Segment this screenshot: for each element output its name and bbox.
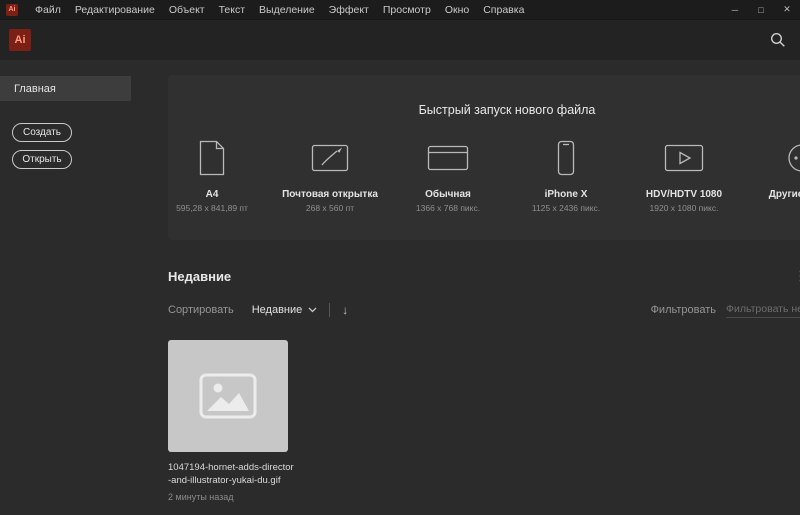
more-ellipsis-icon [787, 135, 800, 181]
preset-label: Почтовая открытка [282, 189, 378, 200]
preset-label: iPhone X [545, 189, 588, 200]
filter-input[interactable] [726, 301, 800, 318]
preset-postcard[interactable]: Почтовая открытка 268 x 560 пт [286, 135, 374, 213]
menu-view[interactable]: Просмотр [376, 0, 438, 20]
sort-direction-icon[interactable]: ↓ [342, 303, 348, 317]
minimize-icon[interactable]: ─ [722, 0, 748, 19]
sort-filter-row: Сортировать Недавние ↓ Фильтровать [168, 301, 800, 318]
quickstart-title: Быстрый запуск нового файла [168, 103, 800, 117]
video-play-icon [664, 135, 704, 181]
phone-icon [557, 135, 575, 181]
image-placeholder-icon [198, 372, 258, 420]
file-thumbnail[interactable] [168, 340, 288, 452]
menu-edit[interactable]: Редактирование [68, 0, 162, 20]
list-view-icon[interactable] [796, 265, 800, 287]
document-portrait-icon [198, 135, 226, 181]
chevron-down-icon [308, 307, 317, 313]
menu-window[interactable]: Окно [438, 0, 476, 20]
recent-title: Недавние [168, 269, 231, 284]
titlebar: Ai Файл Редактирование Объект Текст Выде… [0, 0, 800, 20]
filter-area: Фильтровать [651, 301, 800, 318]
preset-iphone-x[interactable]: iPhone X 1125 x 2436 пикс. [522, 135, 610, 213]
menu-help[interactable]: Справка [476, 0, 531, 20]
preset-a4[interactable]: A4 595,28 x 841,89 пт [168, 135, 256, 213]
create-button[interactable]: Создать [12, 123, 72, 142]
preset-common[interactable]: Обычная 1366 x 768 пикс. [404, 135, 492, 213]
preset-label: Обычная [425, 189, 471, 200]
preset-dims: 268 x 560 пт [306, 203, 354, 213]
maximize-icon[interactable]: □ [748, 0, 774, 19]
menu-object[interactable]: Объект [162, 0, 212, 20]
menu-select[interactable]: Выделение [252, 0, 322, 20]
preset-hdtv[interactable]: HDV/HDTV 1080 1920 x 1080 пикс. [640, 135, 728, 213]
web-landscape-icon [427, 135, 469, 181]
preset-dims: 1366 x 768 пикс. [416, 203, 480, 213]
file-name: 1047194-hornet-adds-director-and-illustr… [168, 461, 294, 488]
quickstart-panel: Быстрый запуск нового файла A4 595,28 x … [168, 75, 800, 240]
preset-label: Другие стили [769, 189, 800, 200]
file-timestamp: 2 минуты назад [168, 492, 294, 502]
recent-header: Недавние [168, 265, 800, 287]
search-icon[interactable] [770, 32, 786, 48]
recent-file-card[interactable]: 1047194-hornet-adds-director-and-illustr… [168, 340, 294, 502]
preset-dims: 1920 x 1080 пикс. [650, 203, 719, 213]
close-icon[interactable]: ✕ [774, 0, 800, 19]
menu-effect[interactable]: Эффект [322, 0, 376, 20]
menu-type[interactable]: Текст [212, 0, 252, 20]
filter-label: Фильтровать [651, 304, 716, 316]
preset-more-styles[interactable]: Другие стили [758, 135, 800, 203]
appbar: Ai [0, 20, 800, 60]
sidebar: Главная Создать Открыть [0, 60, 152, 515]
open-button[interactable]: Открыть [12, 150, 72, 169]
preset-dims: 595,28 x 841,89 пт [176, 203, 248, 213]
postcard-brush-icon [311, 135, 349, 181]
app-icon: Ai [6, 4, 18, 16]
preset-label: HDV/HDTV 1080 [646, 189, 722, 200]
preset-dims: 1125 x 2436 пикс. [532, 203, 600, 213]
view-toggles [796, 265, 800, 287]
sidebar-item-home[interactable]: Главная [0, 76, 131, 101]
preset-row: A4 595,28 x 841,89 пт Почтовая открытка … [168, 135, 800, 213]
sort-label: Сортировать [168, 304, 234, 316]
window-controls: ─ □ ✕ [722, 0, 800, 19]
sort-dropdown[interactable]: Недавние [252, 304, 318, 316]
preset-label: A4 [206, 189, 219, 200]
illustrator-logo: Ai [9, 29, 31, 51]
main-panel: Быстрый запуск нового файла A4 595,28 x … [152, 60, 800, 515]
menu-file[interactable]: Файл [28, 0, 68, 20]
sort-value: Недавние [252, 304, 303, 316]
content-area: Главная Создать Открыть Быстрый запуск н… [0, 60, 800, 515]
divider [329, 303, 330, 317]
